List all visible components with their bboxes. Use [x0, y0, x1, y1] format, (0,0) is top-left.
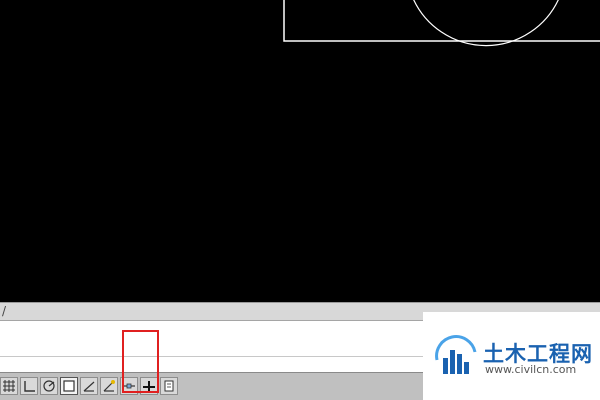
object-snap-icon [63, 380, 75, 392]
ortho-button[interactable] [20, 377, 38, 395]
drafting-settings-buttons [0, 376, 180, 396]
watermark-site-url: www.civilcn.com [485, 363, 577, 376]
dynamic-ucs-icon [103, 380, 115, 392]
scroll-strip-glyph: / [2, 304, 7, 318]
polar-tracking-button[interactable] [40, 377, 58, 395]
civilcn-logo-icon [435, 335, 477, 374]
dynamic-input-button[interactable] [120, 377, 138, 395]
drawn-rectangle[interactable] [283, 0, 600, 42]
drawing-geometry [283, 0, 600, 47]
drawing-canvas[interactable] [0, 0, 600, 302]
quick-properties-button[interactable] [160, 377, 178, 395]
polar-tracking-icon [43, 380, 55, 392]
object-snap-tracking-button[interactable] [80, 377, 98, 395]
drawn-arc[interactable] [412, 0, 560, 47]
dynamic-input-icon [123, 383, 135, 389]
quick-properties-icon [164, 380, 174, 392]
command-line-divider [0, 356, 423, 357]
snap-grid-icon [3, 380, 15, 392]
site-watermark: 土木工程网 www.civilcn.com [423, 312, 600, 400]
object-snap-button[interactable] [60, 377, 78, 395]
snap-grid-button[interactable] [0, 377, 18, 395]
dynamic-ucs-button[interactable] [100, 377, 118, 395]
ortho-icon [24, 381, 35, 392]
selection-cycling-button[interactable] [140, 377, 158, 395]
selection-cycling-icon [143, 381, 155, 392]
object-snap-tracking-icon [83, 381, 95, 392]
cad-window: / 土木工程网 www.civilcn.com [0, 0, 600, 400]
